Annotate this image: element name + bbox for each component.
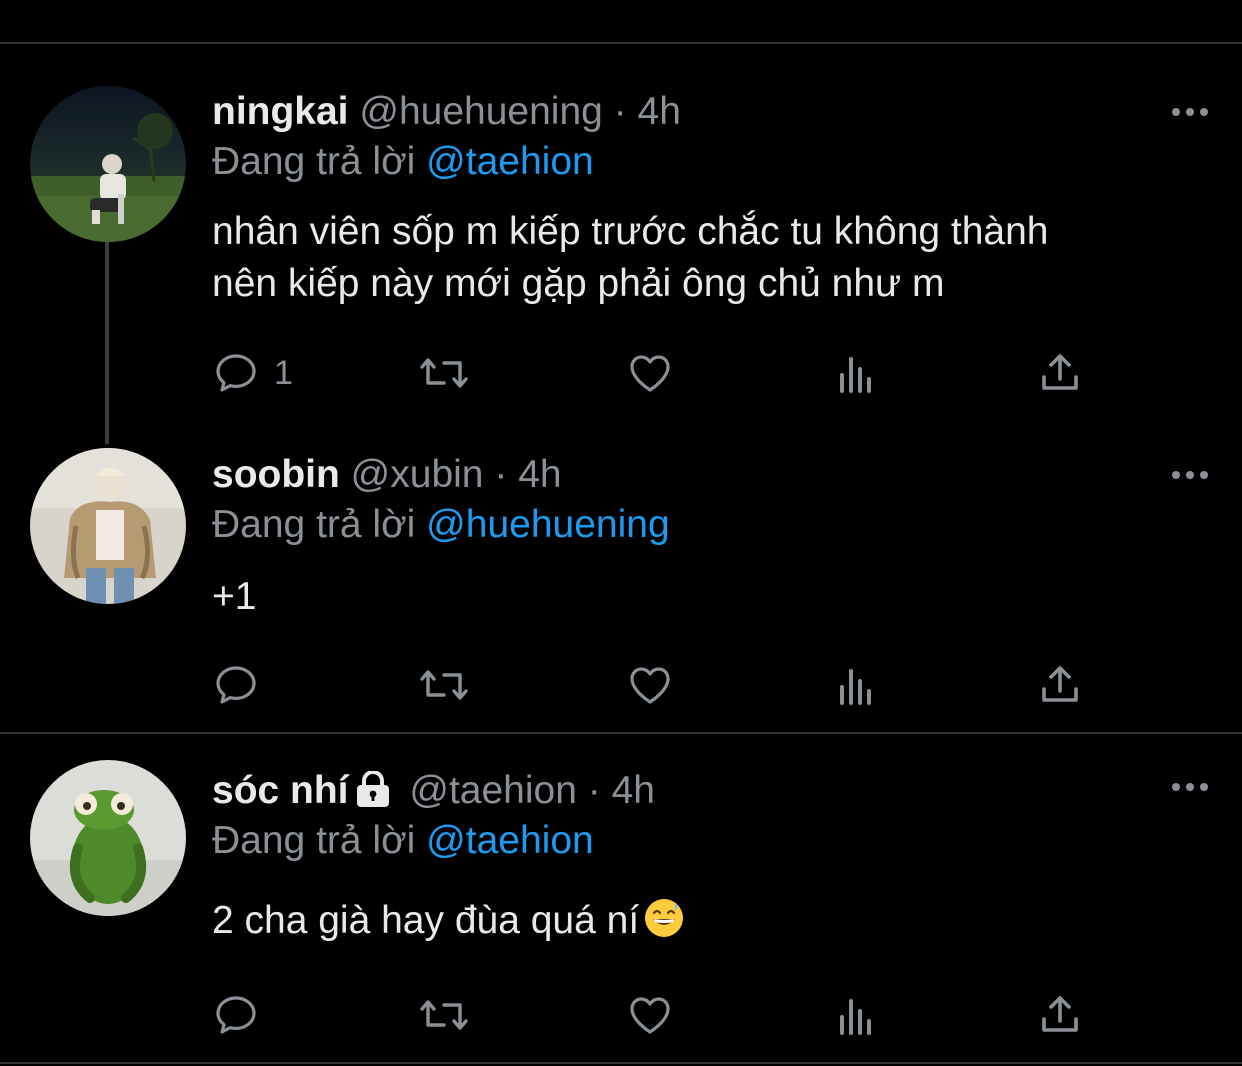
- timestamp[interactable]: 4h: [638, 90, 681, 133]
- more-icon-dot: [1172, 471, 1180, 479]
- replying-to-mention[interactable]: @taehion: [426, 140, 594, 183]
- more-icon-dot: [1172, 108, 1180, 116]
- replying-to-line: Đang trả lời @taehion: [212, 138, 594, 186]
- replying-prefix: Đang trả lời: [212, 140, 416, 183]
- analytics-icon: [840, 999, 871, 1035]
- tweet-text-line: +1: [212, 575, 257, 618]
- replying-prefix: Đang trả lời: [212, 503, 416, 546]
- share-icon: [1042, 666, 1078, 702]
- display-name[interactable]: sóc nhí: [212, 769, 349, 812]
- display-name[interactable]: ningkai: [212, 90, 349, 133]
- separator-dot: ·: [494, 453, 508, 496]
- tweet-text-line: 2 cha già hay đùa quá ní: [212, 895, 685, 947]
- replying-to-line: Đang trả lời @huehuening: [212, 501, 670, 549]
- timestamp[interactable]: 4h: [518, 453, 561, 496]
- separator-dot: ·: [613, 90, 627, 133]
- share-button[interactable]: [1036, 348, 1084, 398]
- timestamp[interactable]: 4h: [612, 769, 655, 812]
- analytics-button[interactable]: [832, 990, 880, 1040]
- tweet-text: +1: [212, 571, 256, 623]
- retweet-button[interactable]: [416, 348, 472, 398]
- tweet-actions: [212, 660, 1112, 710]
- analytics-icon: [840, 669, 871, 705]
- retweet-button[interactable]: [416, 660, 472, 710]
- avatar[interactable]: [30, 448, 186, 604]
- avatar-photo-night-grass: [30, 86, 186, 242]
- more-icon-dot: [1200, 108, 1208, 116]
- like-icon: [630, 355, 670, 392]
- tweet-text-line: nhân viên sốp m kiếp trước chắc tu không…: [212, 210, 1049, 253]
- top-divider: [0, 42, 1242, 44]
- retweet-icon: [420, 358, 468, 388]
- avatar-photo-green-plush-frog: [30, 760, 186, 916]
- retweet-icon: [420, 1000, 468, 1030]
- more-options-button[interactable]: [1170, 777, 1210, 797]
- reply-icon: [216, 666, 256, 704]
- tweet-actions: [212, 990, 1112, 1040]
- tweet-header: soobin @xubin · 4h: [212, 451, 562, 499]
- grinning-face-with-sweat-emoji: [645, 899, 684, 937]
- replying-to-line: Đang trả lời @taehion: [212, 817, 594, 865]
- tweet-divider: [0, 732, 1242, 734]
- separator-dot: ·: [587, 769, 601, 812]
- tweet-actions: 1: [212, 348, 1112, 398]
- more-options-button[interactable]: [1170, 465, 1210, 485]
- tweet-text-line: nên kiếp này mới gặp phải ông chủ như m: [212, 262, 945, 305]
- like-icon: [630, 997, 670, 1034]
- more-icon-dot: [1186, 471, 1194, 479]
- like-button[interactable]: [626, 990, 674, 1040]
- replying-to-mention[interactable]: @huehuening: [426, 503, 669, 546]
- more-icon-dot: [1186, 108, 1194, 116]
- share-button[interactable]: [1036, 660, 1084, 710]
- avatar[interactable]: [30, 86, 186, 242]
- share-button[interactable]: [1036, 990, 1084, 1040]
- avatar[interactable]: [30, 760, 186, 916]
- tweet-text-content: 2 cha già hay đùa quá ní: [212, 899, 640, 942]
- like-button[interactable]: [626, 348, 674, 398]
- analytics-icon: [840, 357, 871, 393]
- user-handle[interactable]: @taehion: [409, 769, 577, 812]
- more-options-button[interactable]: [1170, 102, 1210, 122]
- retweet-icon: [420, 670, 468, 700]
- lock-icon: [356, 771, 389, 807]
- user-handle[interactable]: @xubin: [351, 453, 484, 496]
- user-handle[interactable]: @huehuening: [359, 90, 602, 133]
- reply-button[interactable]: 1: [212, 348, 293, 398]
- analytics-button[interactable]: [832, 660, 880, 710]
- reply-button[interactable]: [212, 990, 260, 1040]
- like-button[interactable]: [626, 660, 674, 710]
- tweet-header: sóc nhí @taehion · 4h: [212, 767, 655, 815]
- share-icon: [1042, 996, 1078, 1032]
- tweet-header: ningkai @huehuening · 4h: [212, 88, 681, 136]
- thread-connector-line: [105, 242, 109, 444]
- tweet-text: nhân viên sốp m kiếp trước chắc tu không…: [212, 206, 1049, 310]
- share-icon: [1042, 354, 1078, 390]
- more-icon-dot: [1200, 471, 1208, 479]
- bottom-divider: [0, 1062, 1242, 1064]
- more-icon-dot: [1200, 783, 1208, 791]
- more-icon-dot: [1186, 783, 1194, 791]
- display-name[interactable]: soobin: [212, 453, 340, 496]
- replying-prefix: Đang trả lời: [212, 819, 416, 862]
- avatar-photo-person-jacket: [30, 448, 186, 604]
- like-icon: [630, 667, 670, 704]
- tweet-thread: ningkai @huehuening · 4h Đang trả lời @t…: [0, 0, 1242, 1066]
- reply-icon: [216, 996, 256, 1034]
- replying-to-mention[interactable]: @taehion: [426, 819, 594, 862]
- reply-button[interactable]: [212, 660, 260, 710]
- retweet-button[interactable]: [416, 990, 472, 1040]
- reply-icon: [216, 354, 256, 392]
- more-icon-dot: [1172, 783, 1180, 791]
- reply-count: 1: [274, 353, 293, 392]
- analytics-button[interactable]: [832, 348, 880, 398]
- tweet-text: 2 cha già hay đùa quá ní: [212, 895, 685, 947]
